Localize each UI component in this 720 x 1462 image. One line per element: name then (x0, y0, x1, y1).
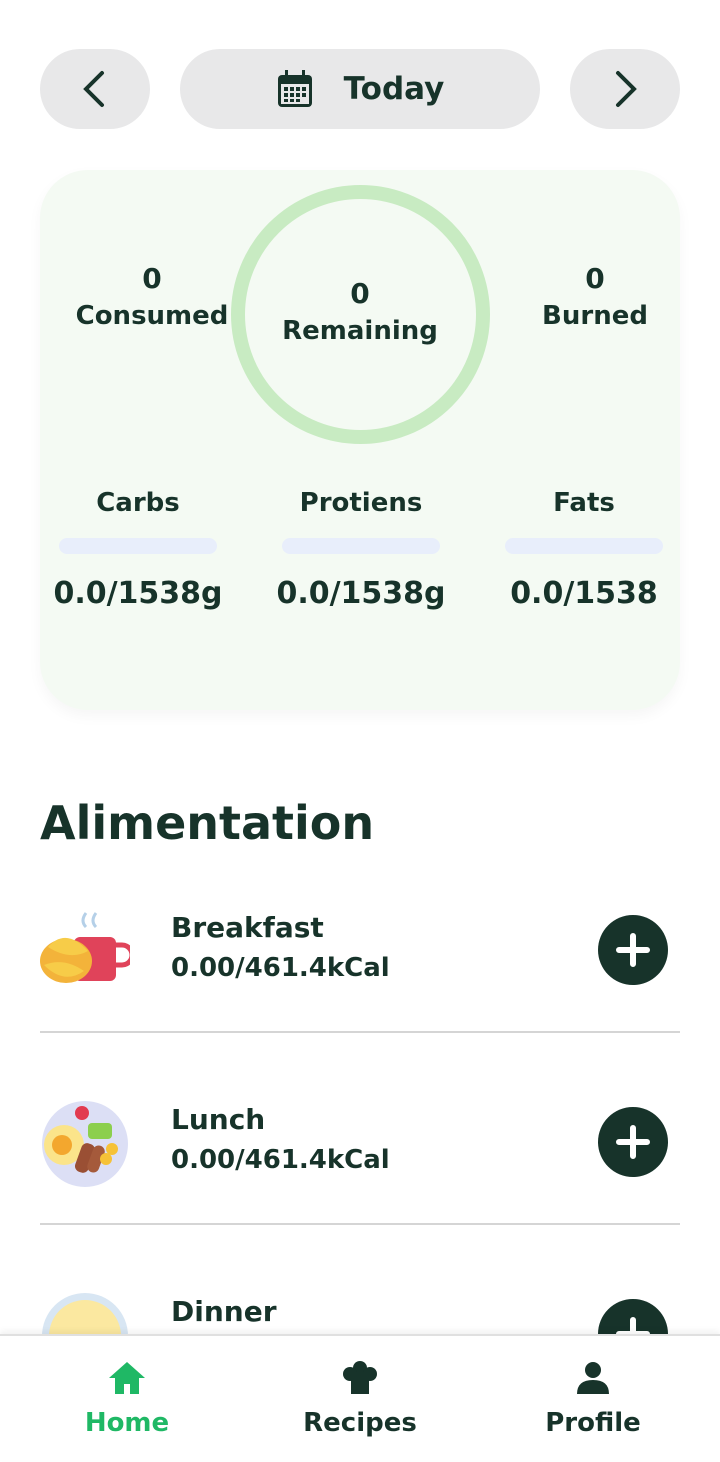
nav-label: Recipes (303, 1408, 417, 1438)
nav-label: Profile (545, 1408, 641, 1438)
user-icon (577, 1362, 609, 1394)
macro-progress-bar (505, 538, 663, 554)
burned-label: Burned (542, 301, 648, 331)
add-breakfast-button[interactable] (598, 915, 668, 985)
consumed-value: 0 (142, 262, 162, 295)
bottom-navigation: Home Recipes Profile (0, 1334, 720, 1460)
nav-label: Home (84, 1408, 170, 1438)
macro-progress-bar (59, 538, 217, 554)
burned-value: 0 (585, 262, 605, 295)
macro-label: Fats (553, 488, 615, 518)
meal-calories: 0.00/461.4kCal (171, 953, 390, 983)
macro-value: 0.0/1538g (53, 576, 223, 611)
lunch-plate-icon (42, 1101, 128, 1187)
plus-icon (616, 1125, 650, 1159)
meal-row-lunch[interactable]: Lunch 0.00/461.4kCal (40, 1085, 680, 1225)
meal-row-breakfast[interactable]: Breakfast 0.00/461.4kCal (40, 893, 680, 1033)
nav-item-profile[interactable]: Profile (473, 1336, 713, 1462)
next-day-button[interactable] (570, 49, 680, 129)
date-label: Today (343, 71, 445, 107)
macro-carbs: Carbs 0.0/1538g (38, 488, 238, 611)
croissant-coffee-icon (40, 912, 130, 983)
remaining-value: 0 (350, 277, 370, 310)
chevron-right-icon (616, 71, 637, 107)
consumed-label: Consumed (75, 301, 229, 331)
nav-item-recipes[interactable]: Recipes (240, 1336, 480, 1462)
remaining-stat: 0 Remaining (260, 277, 460, 346)
consumed-stat: 0 Consumed (62, 262, 242, 331)
macro-progress-bar (282, 538, 440, 554)
meal-calories: 0.00/461.4kCal (171, 1145, 390, 1175)
macro-fats: Fats 0.0/1538 (484, 488, 684, 611)
burned-stat: 0 Burned (505, 262, 685, 331)
previous-day-button[interactable] (40, 49, 150, 129)
macro-label: Carbs (96, 488, 180, 518)
nav-item-home[interactable]: Home (7, 1336, 247, 1462)
chef-hat-icon (343, 1361, 377, 1394)
meal-name: Dinner (171, 1295, 277, 1328)
macro-value: 0.0/1538 (510, 576, 658, 611)
chevron-left-icon (83, 71, 104, 107)
calendar-icon (277, 70, 312, 107)
macro-value: 0.0/1538g (276, 576, 446, 611)
home-icon (109, 1362, 145, 1394)
add-lunch-button[interactable] (598, 1107, 668, 1177)
section-title: Alimentation (40, 796, 375, 850)
macro-label: Protiens (299, 488, 423, 518)
date-selector-button[interactable]: Today (180, 49, 540, 129)
meal-name: Breakfast (171, 911, 324, 944)
macro-proteins: Protiens 0.0/1538g (261, 488, 461, 611)
remaining-label: Remaining (282, 316, 438, 346)
plus-icon (616, 933, 650, 967)
meal-name: Lunch (171, 1103, 266, 1136)
